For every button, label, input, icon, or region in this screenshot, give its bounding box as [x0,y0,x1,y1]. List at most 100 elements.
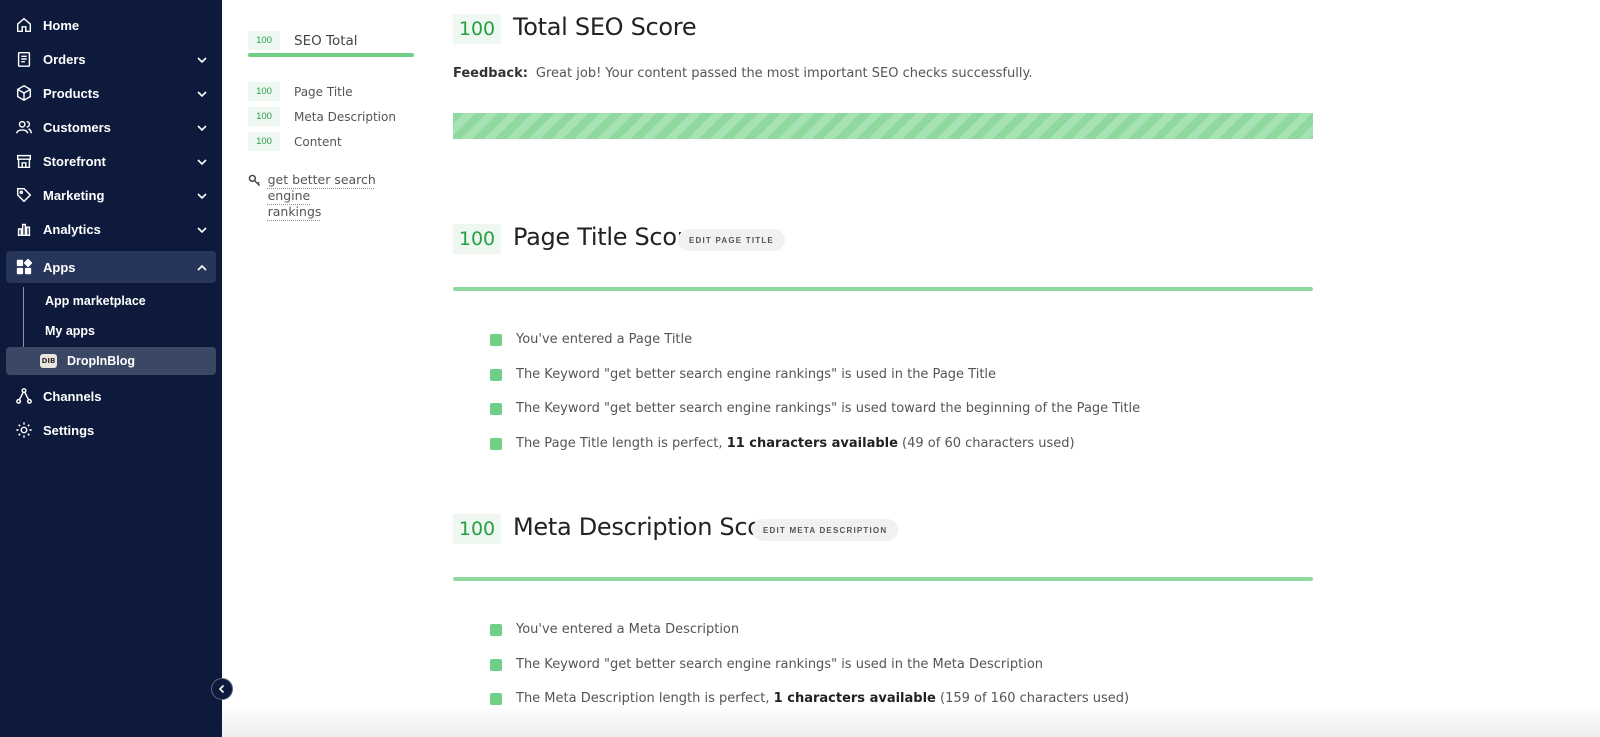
sub-label: DropInBlog [67,354,136,368]
feedback: Feedback: Great job! Your content passed … [453,66,1032,81]
bar-chart-icon [14,220,34,238]
nav-label: Channels [43,388,102,404]
score-badge: 100 [248,82,280,101]
sidebar: Home Orders Products Customers Storefron… [0,0,222,737]
sub-label: My apps [45,324,96,338]
check-item: You've entered a Meta Description [490,622,739,637]
toc-page-title[interactable]: 100 Page Title [248,82,353,101]
sidebar-item-app-marketplace[interactable]: App marketplace [45,287,146,315]
users-icon [14,118,34,136]
tag-icon [14,186,34,204]
chevron-down-icon [196,87,208,99]
sidebar-item-dropinblog[interactable]: DIB DropInBlog [6,347,216,375]
check-square-icon [490,623,502,636]
edit-meta-description-button[interactable]: EDIT META DESCRIPTION [752,519,899,541]
check-item: The Keyword "get better search engine ra… [490,367,996,382]
page-title-score-badge: 100 [453,224,501,254]
nav-item-marketing[interactable]: Marketing [6,179,216,211]
nav-item-analytics[interactable]: Analytics [6,213,216,245]
check-item: The Keyword "get better search engine ra… [490,401,1140,416]
total-score-badge: 100 [453,14,501,44]
score-badge: 100 [248,132,280,151]
nav-item-settings[interactable]: Settings [6,414,216,446]
check-text: The Keyword "get better search engine ra… [516,367,997,382]
nav-label: Orders [43,51,86,67]
meta-progress-bar [453,577,1313,581]
section-title: Page Title Score [513,223,701,251]
feedback-text: Great job! Your content passed the most … [535,66,1033,81]
nav-label: Home [43,17,80,33]
score-badge: 100 [248,107,280,126]
toc-label: Page Title [294,84,353,99]
dropinblog-logo: DIB [40,354,57,368]
edit-page-title-button[interactable]: EDIT PAGE TITLE [678,229,785,251]
check-item: The Keyword "get better search engine ra… [490,657,1043,672]
check-item: You've entered a Page Title [490,332,692,347]
apps-icon [14,258,34,276]
nav-item-customers[interactable]: Customers [6,111,216,143]
chevron-down-icon [196,121,208,133]
nav-item-channels[interactable]: Channels [6,380,216,412]
check-text: The Page Title length is perfect, 11 cha… [516,436,1075,451]
storefront-icon [14,152,34,170]
nav-label: Marketing [43,187,105,203]
nav-item-storefront[interactable]: Storefront [6,145,216,177]
toc-seo-total[interactable]: 100 SEO Total [248,31,358,50]
meta-score-badge: 100 [453,514,501,544]
check-text: The Keyword "get better search engine ra… [516,401,1141,416]
nav-item-orders[interactable]: Orders [6,43,216,75]
nav-item-products[interactable]: Products [6,77,216,109]
chevron-down-icon [196,189,208,201]
check-item: The Meta Description length is perfect, … [490,691,1129,706]
section-title: Meta Description Score [513,513,786,541]
sidebar-item-my-apps[interactable]: My apps [45,317,95,345]
collapse-sidebar-button[interactable] [211,678,233,700]
text-post: (159 of 160 characters used) [935,691,1130,706]
feedback-label: Feedback: [453,66,528,81]
seo-total-bar [248,53,414,57]
keyword-link[interactable]: get better search engine rankings [268,172,418,220]
orders-icon [14,50,34,68]
chevron-down-icon [196,53,208,65]
text-pre: The Meta Description length is perfect, [516,691,774,706]
nav-label: Analytics [43,221,101,237]
check-text: The Keyword "get better search engine ra… [516,657,1044,672]
box-icon [14,84,34,102]
bottom-fade [222,705,1600,737]
check-square-icon [490,658,502,671]
nav-label: Settings [43,422,95,438]
nav-item-home[interactable]: Home [6,9,216,41]
text-bold: 11 characters available [726,436,898,451]
score-badge: 100 [248,31,280,50]
nav-label: Customers [43,119,111,135]
check-item: The Page Title length is perfect, 11 cha… [490,436,1075,451]
gear-icon [14,421,34,439]
chevron-up-icon [196,261,208,273]
keyword-line: rankings [267,204,322,219]
toc-label: Meta Description [294,109,396,124]
check-square-icon [490,692,502,705]
keyword-line: get better search engine [267,172,376,203]
check-square-icon [490,402,502,415]
text-pre: The Page Title length is perfect, [516,436,727,451]
toc-content[interactable]: 100 Content [248,132,342,151]
check-square-icon [490,333,502,346]
page-title: Total SEO Score [513,13,697,41]
toc-label: SEO Total [294,32,358,49]
check-square-icon [490,437,502,450]
key-icon [248,174,262,188]
check-text: You've entered a Meta Description [516,622,740,637]
text-post: (49 of 60 characters used) [897,436,1075,451]
nav-item-apps[interactable]: Apps [6,251,216,283]
channels-icon [14,387,34,405]
check-square-icon [490,368,502,381]
total-progress-bar [453,113,1313,139]
keyword: get better search engine rankings [248,172,418,220]
toc-label: Content [294,134,342,149]
chevron-down-icon [196,155,208,167]
text-bold: 1 characters available [773,691,936,706]
toc-meta-description[interactable]: 100 Meta Description [248,107,396,126]
check-text: The Meta Description length is perfect, … [516,691,1129,706]
chevron-down-icon [196,223,208,235]
page-title-progress-bar [453,287,1313,291]
